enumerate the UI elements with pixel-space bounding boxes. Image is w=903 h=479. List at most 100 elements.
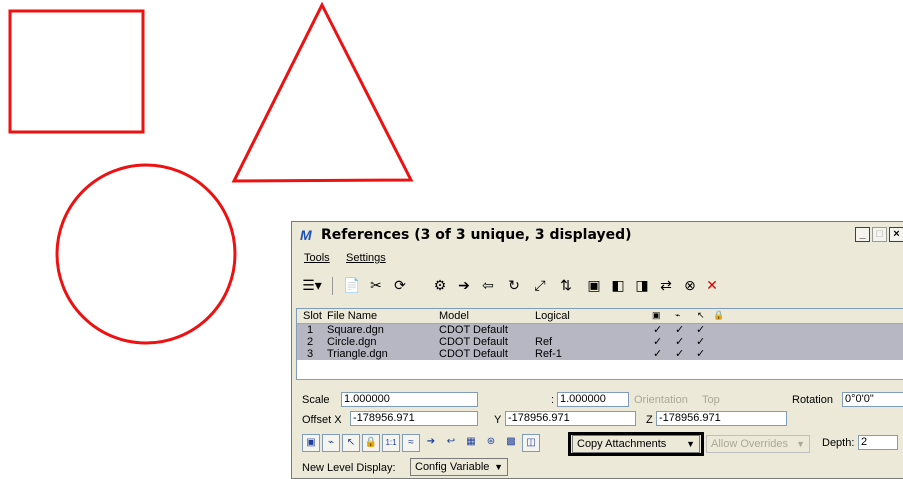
clip-mask-icon[interactable]: ▣ bbox=[584, 275, 604, 295]
title-bar[interactable]: M References (3 of 3 unique, 3 displayed… bbox=[292, 222, 903, 248]
row-logical: Ref bbox=[535, 336, 553, 348]
depth-input[interactable]: 2 bbox=[858, 435, 898, 450]
lock-toggle-icon[interactable]: 🔒 bbox=[362, 434, 380, 452]
raster-icon[interactable]: ▩ bbox=[502, 434, 520, 452]
new-level-display-value: Config Variable bbox=[415, 461, 490, 473]
toolbar: ☰▾ 📄 ✂ ⟳ ⚙ ➔ ⇦ ↻ ⤢ ⇅ ▣ ◧ ◨ ⇄ ⊗ ✕ bbox=[298, 275, 903, 299]
rotate-icon[interactable]: ↻ bbox=[504, 275, 524, 295]
col-model[interactable]: Model bbox=[439, 310, 469, 322]
circle-shape[interactable] bbox=[55, 163, 237, 345]
clip-front-icon[interactable]: ◧ bbox=[608, 275, 628, 295]
level-icon[interactable]: ⊛ bbox=[482, 434, 500, 452]
menu-settings[interactable]: Settings bbox=[346, 252, 386, 264]
allow-overrides-value: Allow Overrides bbox=[711, 438, 789, 450]
menu-bar: Tools Settings bbox=[292, 250, 903, 267]
new-level-display-label: New Level Display: bbox=[302, 462, 396, 474]
ratio-input[interactable]: 1.000000 bbox=[557, 392, 629, 407]
snap-check[interactable]: ✓ bbox=[675, 336, 684, 348]
offset-x-input[interactable]: -178956.971 bbox=[350, 411, 478, 426]
scale-icon[interactable]: ⤢ bbox=[530, 275, 550, 295]
menu-tools[interactable]: Tools bbox=[304, 252, 330, 264]
back-arrow-icon[interactable]: ↩ bbox=[442, 434, 460, 452]
offset-z-label: Z bbox=[646, 414, 653, 426]
maximize-button[interactable]: □ bbox=[872, 227, 887, 242]
square-shape[interactable] bbox=[8, 9, 145, 134]
locate-check[interactable]: ✓ bbox=[696, 348, 705, 360]
references-dialog: M References (3 of 3 unique, 3 displayed… bbox=[291, 221, 903, 479]
snap-check[interactable]: ✓ bbox=[675, 324, 684, 336]
depth-label: Depth: bbox=[822, 437, 855, 449]
microstation-icon: M bbox=[300, 227, 312, 243]
rotation-input[interactable]: 0°0'0" bbox=[842, 392, 903, 407]
row-slot: 1 bbox=[307, 324, 314, 336]
snap-check[interactable]: ✓ bbox=[675, 348, 684, 360]
allow-overrides-dropdown[interactable]: Allow Overrides ▼ bbox=[706, 435, 810, 453]
true-scale-icon[interactable]: 1:1 bbox=[382, 434, 400, 452]
move-arrow-icon[interactable]: ➔ bbox=[422, 434, 440, 452]
row-logical: Ref-1 bbox=[535, 348, 562, 360]
row-file: Square.dgn bbox=[327, 324, 384, 336]
grid-icon[interactable]: ▦ bbox=[462, 434, 480, 452]
locate-icon[interactable]: ↖ bbox=[697, 310, 705, 321]
table-header: Slot File Name Model Logical ▣ ⌁ ↖ 🔒 bbox=[297, 309, 903, 324]
display-check[interactable]: ✓ bbox=[653, 336, 662, 348]
close-button[interactable]: × bbox=[889, 227, 903, 242]
scale-line-icon[interactable]: ≈ bbox=[402, 434, 420, 452]
row-model: CDOT Default bbox=[439, 336, 508, 348]
toolbar-separator bbox=[332, 277, 333, 295]
references-table: Slot File Name Model Logical ▣ ⌁ ↖ 🔒 1 S… bbox=[296, 308, 903, 380]
row-file: Circle.dgn bbox=[327, 336, 377, 348]
offset-x-label: Offset X bbox=[302, 414, 342, 426]
table-row[interactable]: 1 Square.dgn CDOT Default ✓ ✓ ✓ bbox=[297, 324, 903, 336]
row-model: CDOT Default bbox=[439, 348, 508, 360]
col-logical[interactable]: Logical bbox=[535, 310, 570, 322]
clip-boundary-icon[interactable]: ⚙ bbox=[430, 275, 450, 295]
display-icon[interactable]: ▣ bbox=[652, 310, 661, 321]
row-slot: 2 bbox=[307, 336, 314, 348]
display-toggle-icon[interactable]: ▣ bbox=[302, 434, 320, 452]
col-file-name[interactable]: File Name bbox=[327, 310, 377, 322]
new-level-display-dropdown[interactable]: Config Variable ▼ bbox=[410, 458, 508, 476]
view-icon[interactable]: ◫ bbox=[522, 434, 540, 452]
row-slot: 3 bbox=[307, 348, 314, 360]
row-model: CDOT Default bbox=[439, 324, 508, 336]
display-check[interactable]: ✓ bbox=[653, 324, 662, 336]
lock-icon[interactable]: 🔒 bbox=[713, 310, 724, 321]
minimize-button[interactable]: _ bbox=[855, 227, 870, 242]
table-row[interactable]: 2 Circle.dgn CDOT Default Ref ✓ ✓ ✓ bbox=[297, 336, 903, 348]
table-row[interactable]: 3 Triangle.dgn CDOT Default Ref-1 ✓ ✓ ✓ bbox=[297, 348, 903, 360]
scale-label: Scale bbox=[302, 394, 330, 406]
move-icon[interactable]: ➔ bbox=[454, 275, 474, 295]
delete-icon[interactable]: ✕ bbox=[702, 275, 722, 295]
offset-z-input[interactable]: -178956.971 bbox=[656, 411, 787, 426]
detach-reference-icon[interactable]: ✂ bbox=[366, 275, 386, 295]
offset-y-input[interactable]: -178956.971 bbox=[505, 411, 636, 426]
exchange-icon[interactable]: ⇄ bbox=[656, 275, 676, 295]
offset-y-label: Y bbox=[494, 414, 502, 426]
reload-icon[interactable]: ⟳ bbox=[390, 275, 410, 295]
snap-toggle-icon[interactable]: ⌁ bbox=[322, 434, 340, 452]
scale-input[interactable]: 1.000000 bbox=[341, 392, 478, 407]
col-slot[interactable]: Slot bbox=[303, 310, 322, 322]
orientation-label: Orientation bbox=[634, 394, 688, 406]
clip-back-icon[interactable]: ◨ bbox=[632, 275, 652, 295]
display-check[interactable]: ✓ bbox=[653, 348, 662, 360]
orientation-value: Top bbox=[702, 394, 720, 406]
triangle-shape[interactable] bbox=[231, 1, 414, 183]
list-view-icon[interactable]: ☰▾ bbox=[302, 275, 322, 295]
locate-toggle-icon[interactable]: ↖ bbox=[342, 434, 360, 452]
highlight-box bbox=[568, 432, 704, 456]
row-file: Triangle.dgn bbox=[327, 348, 388, 360]
mirror-icon[interactable]: ⇅ bbox=[556, 275, 576, 295]
ratio-separator: : bbox=[551, 394, 555, 406]
locate-check[interactable]: ✓ bbox=[696, 324, 705, 336]
window-title: References (3 of 3 unique, 3 displayed) bbox=[321, 227, 632, 243]
copy-icon[interactable]: ⇦ bbox=[478, 275, 498, 295]
locate-check[interactable]: ✓ bbox=[696, 336, 705, 348]
attach-reference-icon[interactable]: 📄 bbox=[342, 275, 362, 295]
chevron-down-icon: ▼ bbox=[796, 439, 805, 449]
delete-clip-icon[interactable]: ⊗ bbox=[680, 275, 700, 295]
rotation-label: Rotation bbox=[792, 394, 833, 406]
chevron-down-icon: ▼ bbox=[494, 462, 503, 472]
snap-icon[interactable]: ⌁ bbox=[675, 310, 680, 321]
